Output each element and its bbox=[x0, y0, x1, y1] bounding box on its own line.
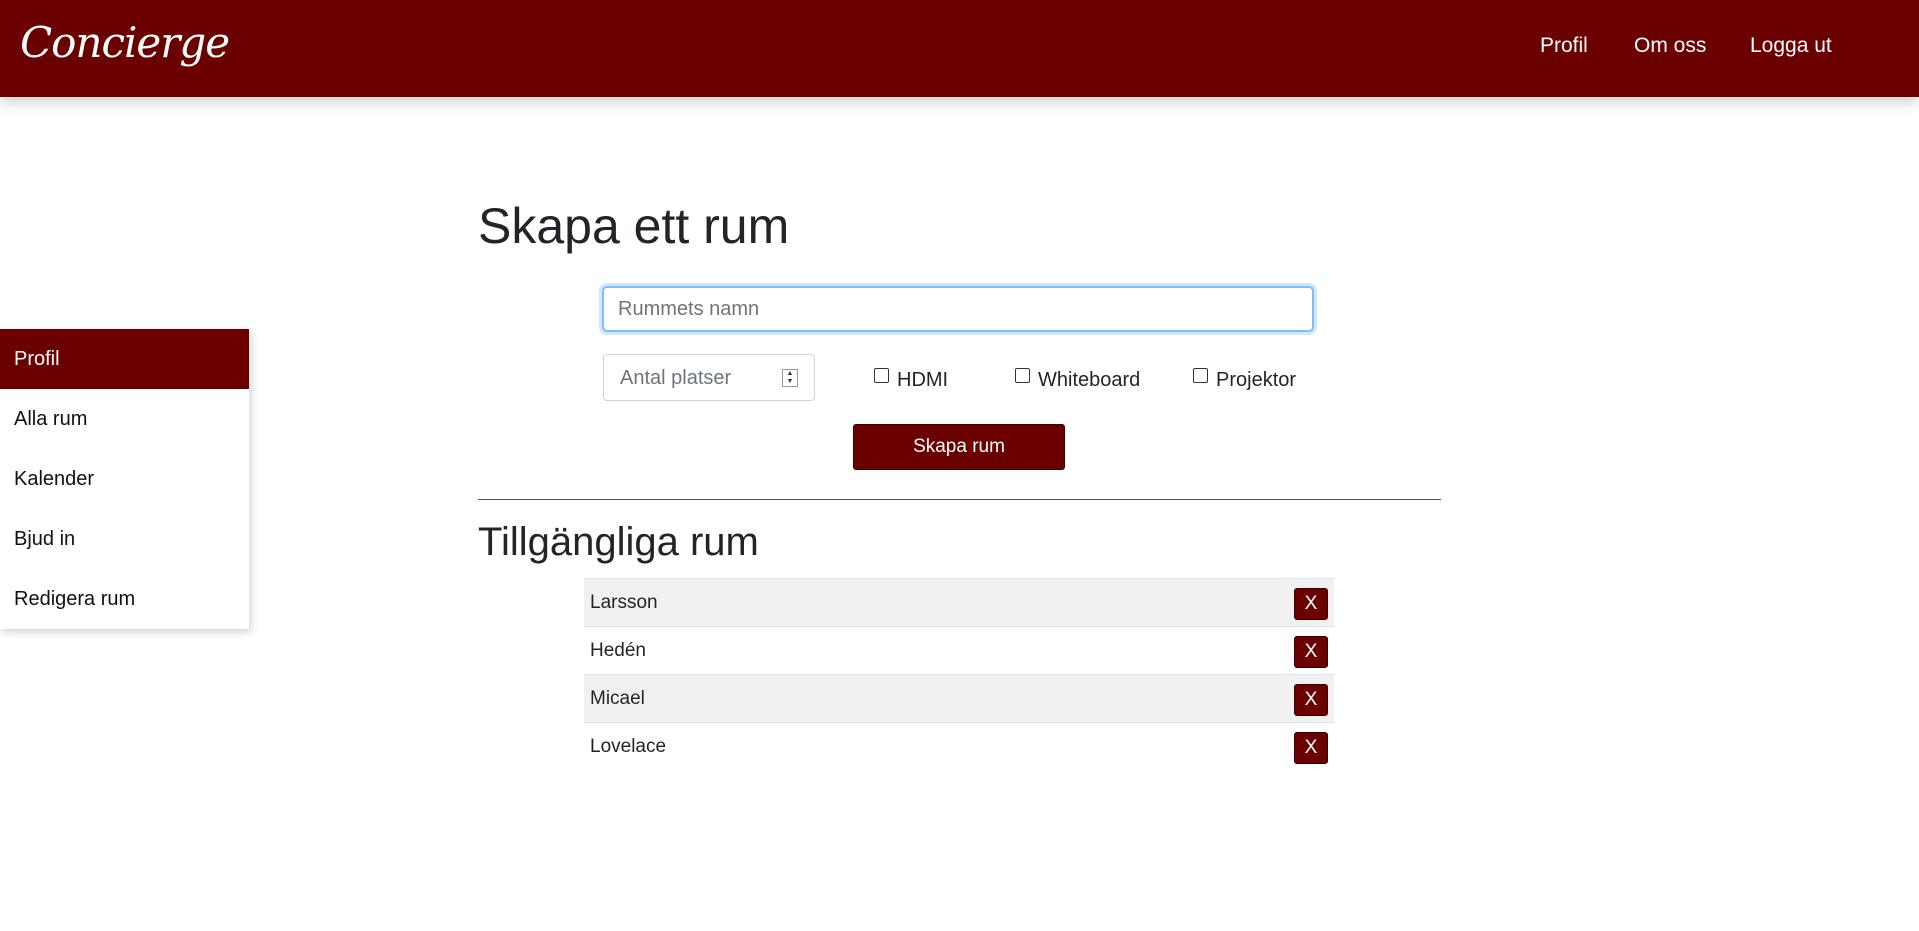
projektor-checkbox[interactable] bbox=[1193, 368, 1208, 383]
room-name-input[interactable] bbox=[602, 286, 1314, 332]
nav-om-oss-link[interactable]: Om oss bbox=[1634, 34, 1706, 58]
room-name: Larsson bbox=[590, 592, 658, 613]
projektor-label: Projektor bbox=[1216, 369, 1297, 391]
hdmi-checkbox[interactable] bbox=[874, 368, 889, 383]
page-title: Skapa ett rum bbox=[478, 198, 790, 254]
rooms-section-title: Tillgängliga rum bbox=[478, 520, 759, 564]
hdmi-label: HDMI bbox=[897, 369, 949, 391]
sidebar-item-profil[interactable]: Profil bbox=[0, 329, 249, 389]
nav-logga-ut-link[interactable]: Logga ut bbox=[1750, 34, 1832, 58]
whiteboard-label: Whiteboard bbox=[1038, 369, 1141, 391]
room-row: Lovelace X bbox=[584, 722, 1334, 770]
rooms-list: Larsson X Hedén X Micael X Lovelace X bbox=[584, 578, 1334, 770]
whiteboard-checkbox-option[interactable]: Whiteboard bbox=[1015, 368, 1141, 392]
spots-input[interactable] bbox=[618, 355, 782, 402]
top-navbar: Concierge Profil Om oss Logga ut bbox=[0, 0, 1919, 97]
hdmi-checkbox-option[interactable]: HDMI bbox=[874, 368, 949, 392]
sidebar-item-kalender[interactable]: Kalender bbox=[0, 449, 249, 509]
sidebar-item-bjud-in[interactable]: Bjud in bbox=[0, 509, 249, 569]
room-name: Micael bbox=[590, 688, 645, 709]
sidebar-item-alla-rum[interactable]: Alla rum bbox=[0, 389, 249, 449]
spots-stepper[interactable]: ▲ ▼ bbox=[782, 369, 798, 387]
delete-room-button[interactable]: X bbox=[1294, 588, 1328, 620]
room-name: Hedén bbox=[590, 640, 646, 661]
spots-field: ▲▼ bbox=[603, 354, 815, 402]
delete-room-button[interactable]: X bbox=[1294, 732, 1328, 764]
brand-logo[interactable]: Concierge bbox=[20, 18, 230, 67]
whiteboard-checkbox[interactable] bbox=[1015, 368, 1030, 383]
delete-room-button[interactable]: X bbox=[1294, 636, 1328, 668]
room-name: Lovelace bbox=[590, 736, 667, 757]
room-row: Micael X bbox=[584, 674, 1334, 722]
room-row: Hedén X bbox=[584, 626, 1334, 674]
create-room-button[interactable]: Skapa rum bbox=[853, 424, 1065, 470]
nav-profil-link[interactable]: Profil bbox=[1540, 34, 1588, 58]
sidebar-item-redigera-rum[interactable]: Redigera rum bbox=[0, 569, 249, 629]
room-row: Larsson X bbox=[584, 578, 1334, 626]
projektor-checkbox-option[interactable]: Projektor bbox=[1193, 368, 1297, 392]
section-divider bbox=[478, 499, 1441, 500]
sidebar-menu: Profil Alla rum Kalender Bjud in Rediger… bbox=[0, 329, 249, 629]
delete-room-button[interactable]: X bbox=[1294, 684, 1328, 716]
